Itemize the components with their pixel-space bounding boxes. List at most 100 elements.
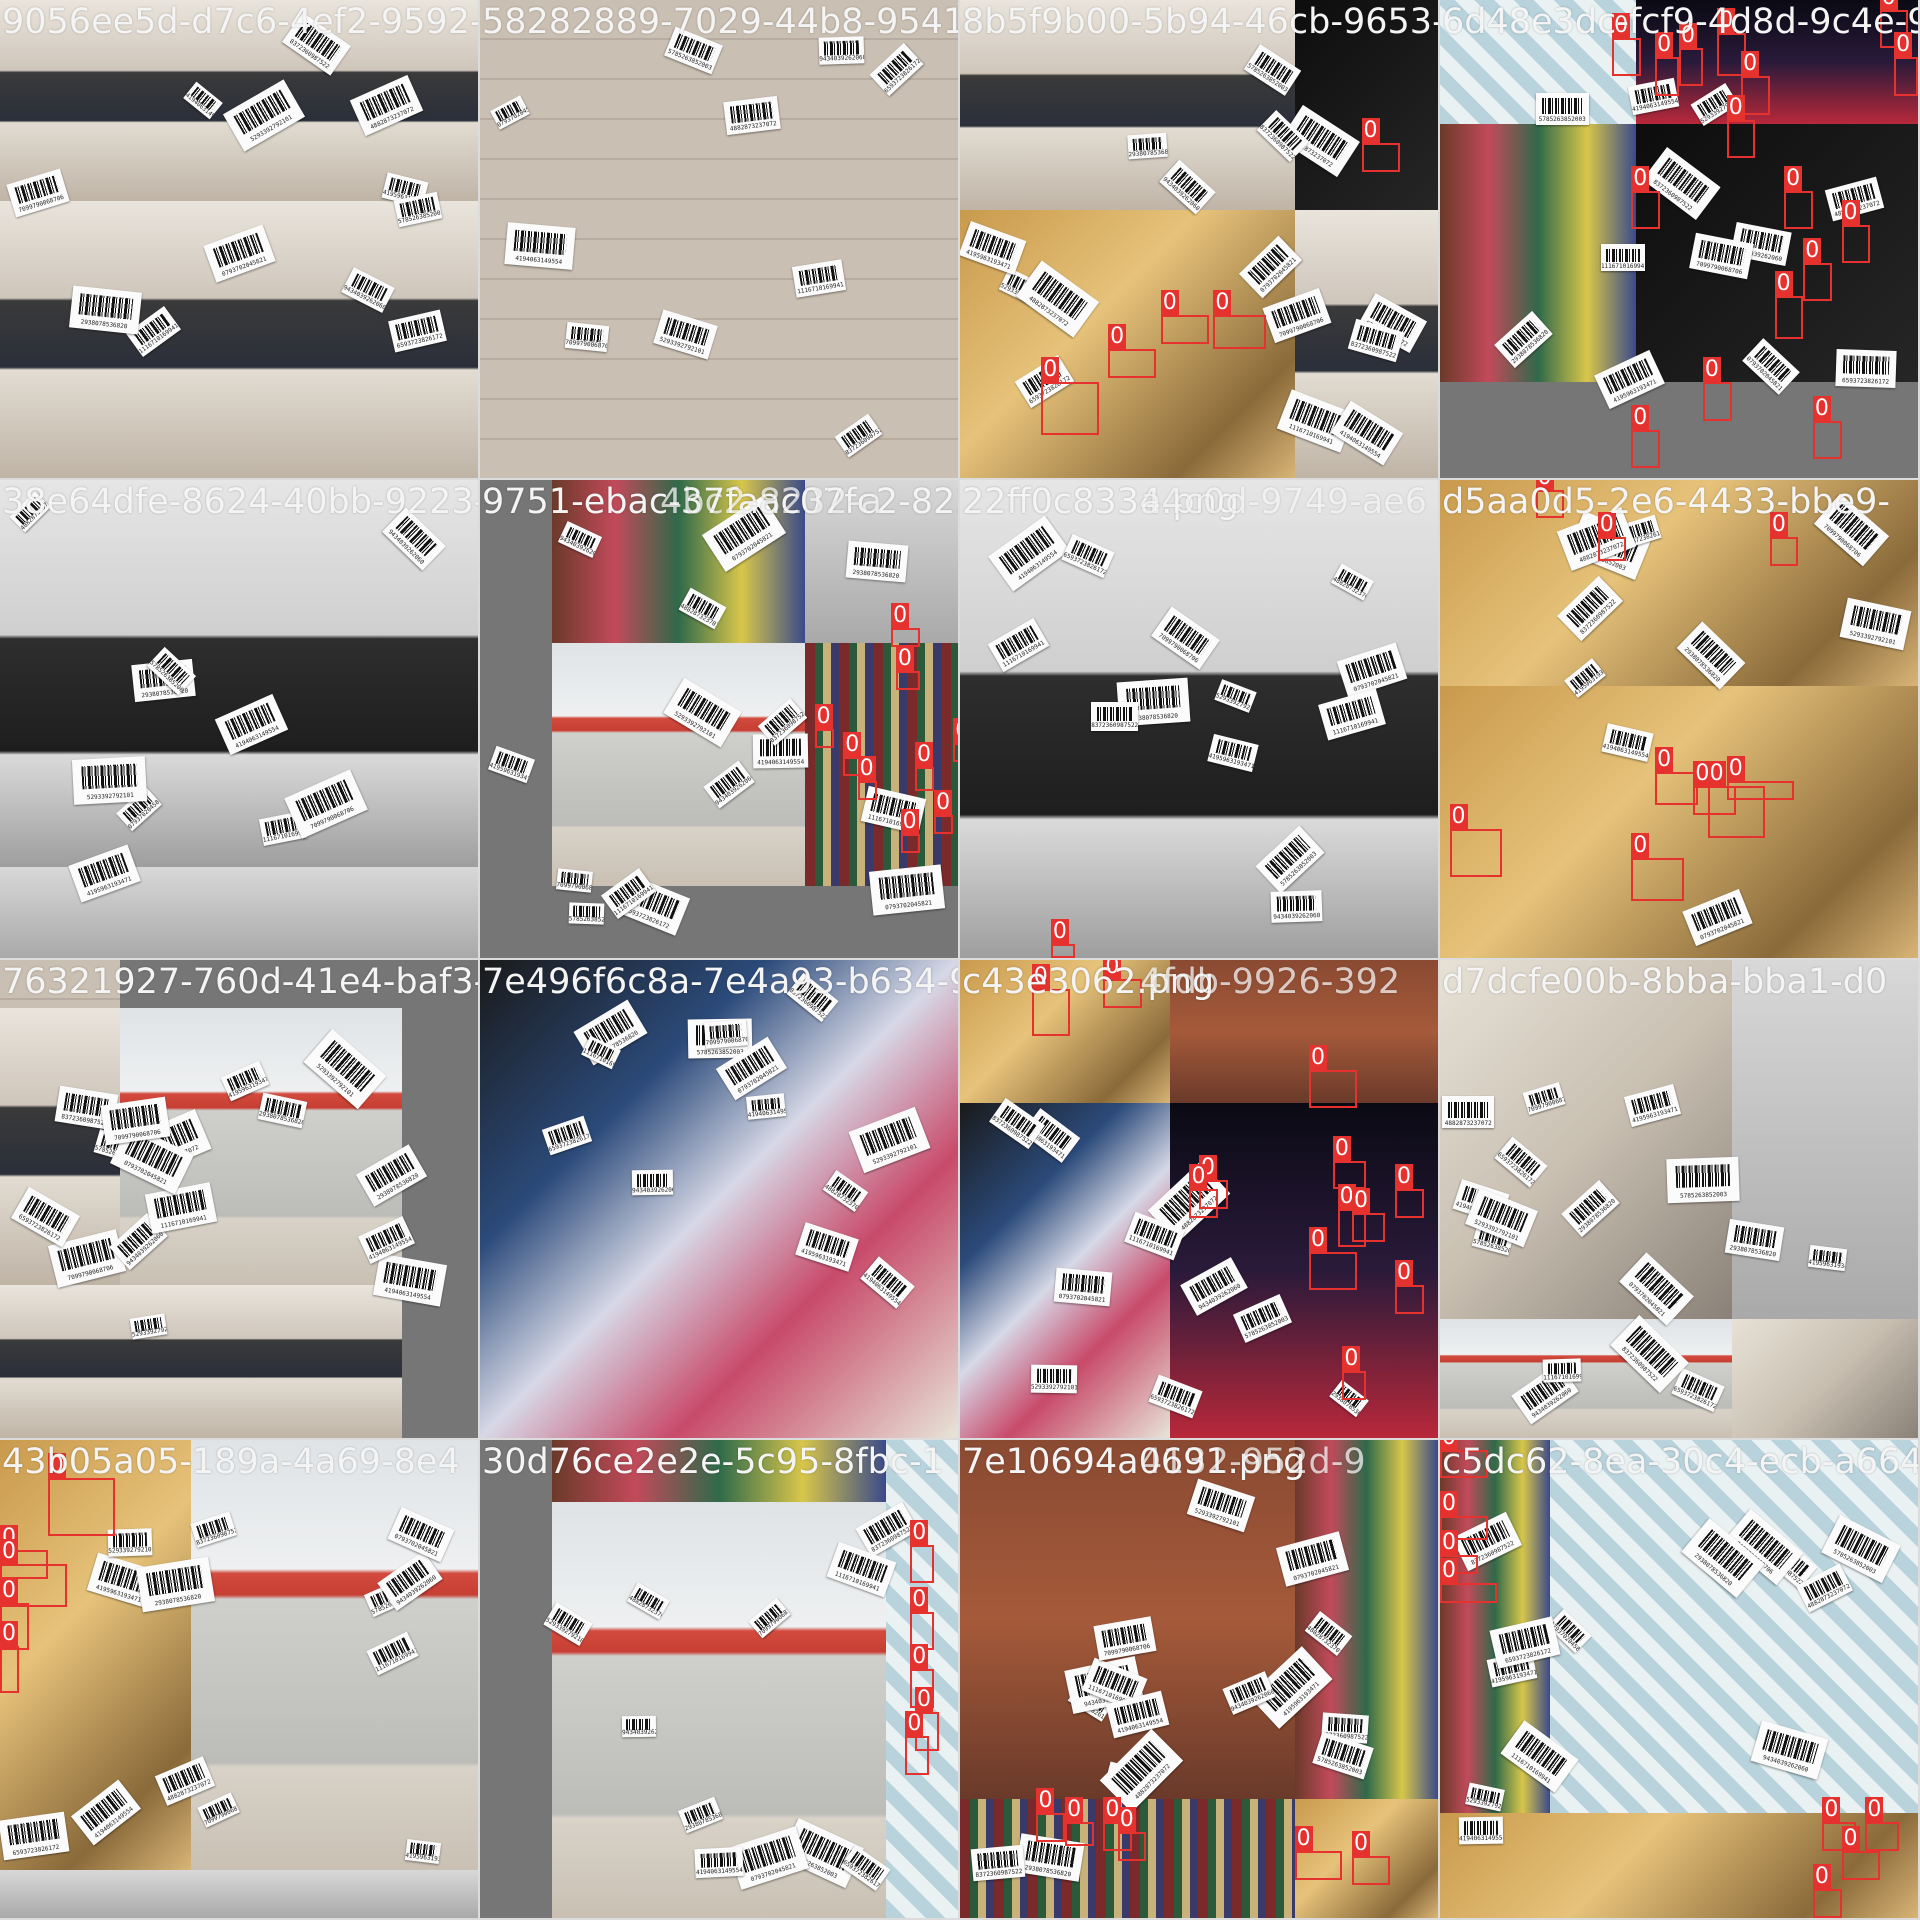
detection-box: 0 (857, 756, 877, 801)
barcode-bars (878, 872, 936, 900)
barcode-bars (1327, 1717, 1364, 1734)
scene-photo (0, 1285, 402, 1438)
class-label: 0 (914, 1687, 933, 1714)
barcode-number: 9434039262060 (1272, 911, 1321, 921)
class-label: 0 (1189, 1164, 1208, 1191)
tile-7: 1116710169941 0793702045821 7099790068706 4… (960, 480, 1438, 958)
scene-photo (1294, 0, 1438, 211)
class-label: 0 (1841, 1826, 1860, 1853)
detection-box: 0 (1117, 1806, 1147, 1861)
barcode-number: 9434039262060 (622, 1728, 657, 1737)
barcode-sticker: 4195963193471 (1807, 1244, 1848, 1272)
detection-box: 0 (1394, 1260, 1424, 1314)
class-label: 0 (1717, 8, 1736, 35)
barcode-number: 5785263852003 (1680, 1191, 1728, 1200)
barcode-bars (637, 1173, 669, 1187)
detection-box: 0 (1812, 395, 1842, 459)
class-label: 0 (1655, 746, 1674, 773)
tile-14: 5785263852003 6593723826172 8372360987522 4… (480, 1440, 958, 1918)
class-label: 0 (1041, 357, 1060, 384)
detection-box: 0 (1036, 1787, 1066, 1842)
scene-photo (0, 0, 201, 201)
class-label: 0 (1449, 803, 1468, 830)
class-label: 0 (1440, 1529, 1458, 1556)
class-label: 0 (1631, 166, 1650, 193)
class-label: 0 (1631, 405, 1650, 432)
mosaic-grid: 4195963193471 5785263852003 6593723826172 8… (0, 0, 1920, 1920)
detection-box: 0 (914, 741, 935, 791)
detection-box: 0 (895, 646, 920, 691)
detection-box: 0 (1160, 290, 1209, 345)
barcode-sticker: 9434039262060 (622, 1715, 657, 1738)
barcode-sticker: 4194063149554 (504, 222, 576, 271)
detection-box: 0 (1803, 237, 1832, 302)
barcode-number: 6593723826172 (1842, 376, 1890, 386)
barcode-sticker: 7099790068706 (565, 321, 610, 353)
barcode-sticker: 7099790068706 (100, 1096, 171, 1145)
class-label: 0 (1726, 94, 1745, 121)
barcode-bars (383, 1261, 439, 1292)
barcode-bars (700, 1851, 738, 1869)
detection-box: 0 (1535, 480, 1565, 519)
detection-box: 0 (1189, 1164, 1219, 1219)
tile-9: 7099790068706 4194063149554 5293392792101 2… (0, 960, 478, 1438)
scene-photo (0, 960, 120, 1008)
barcode-bars (1542, 97, 1583, 114)
barcode-sticker: 2938078536820 (69, 285, 143, 335)
scene-photo (551, 1440, 887, 1503)
detection-box: 0 (1679, 22, 1703, 87)
class-label: 0 (1726, 756, 1745, 783)
detection-box: 0 (0, 1620, 20, 1694)
class-label: 0 (843, 732, 862, 759)
barcode-sticker: 4195963193471 (487, 745, 535, 783)
class-label: 0 (1784, 166, 1803, 193)
class-label: 0 (1612, 13, 1631, 40)
class-label: 0 (1879, 0, 1898, 11)
detection-box: 0 (1631, 166, 1660, 230)
class-label: 0 (910, 1644, 929, 1671)
detection-box: 0 (1726, 756, 1794, 801)
detection-box: 0 (1865, 1797, 1899, 1852)
class-label: 0 (0, 1539, 18, 1566)
barcode-number: 5293392792101 (1031, 1383, 1078, 1392)
barcode-number: 0793702045821 (885, 899, 933, 912)
class-label: 0 (1351, 1188, 1370, 1215)
class-label: 0 (1108, 323, 1127, 350)
detection-box: 0 (1394, 1164, 1424, 1219)
class-label: 0 (1394, 1260, 1413, 1287)
detection-box: 0 (1894, 32, 1918, 96)
class-label: 0 (914, 741, 933, 768)
class-label: 0 (1702, 357, 1721, 384)
scene-photo (1170, 960, 1438, 1104)
detection-box: 0 (1213, 290, 1266, 349)
detection-box: 0 (1655, 746, 1699, 806)
tile-1: 4195963193471 5785263852003 6593723826172 8… (0, 0, 478, 478)
class-label: 0 (1065, 1797, 1084, 1824)
barcode-number: 1116710169941 (1543, 1372, 1582, 1382)
class-label: 0 (1597, 512, 1616, 539)
class-label: 0 (1769, 512, 1788, 539)
detection-box: 0 (1103, 960, 1142, 1008)
detection-box: 0 (905, 1711, 930, 1775)
scene-photo (960, 0, 1295, 211)
class-label: 0 (1294, 1826, 1313, 1853)
barcode-number: 9434039262060 (632, 1186, 674, 1194)
class-label: 0 (905, 1711, 924, 1738)
class-label: 0 (1394, 1164, 1413, 1191)
detection-box: 0 (891, 603, 920, 648)
detection-box: 0 (1841, 1826, 1880, 1880)
detection-box: 0 (47, 1453, 115, 1536)
scene-photo (805, 642, 958, 887)
class-label: 0 (47, 1453, 66, 1480)
detection-box: 0 (1351, 1188, 1386, 1242)
barcode-sticker: 5293392792101 (1030, 1364, 1078, 1394)
tile-11: 5293392792101 2938078536820 4195963193471 5… (960, 960, 1438, 1438)
barcode-sticker: 8372360987522 (1091, 701, 1139, 731)
scene-photo (0, 867, 478, 958)
detection-box: 0 (1031, 963, 1070, 1037)
class-label: 0 (1774, 271, 1793, 298)
barcode-number: 4194063149554 (757, 758, 805, 767)
class-label: 0 (1036, 1787, 1055, 1814)
detection-box: 0 (1050, 918, 1075, 958)
detection-box: 0 (1108, 323, 1156, 378)
